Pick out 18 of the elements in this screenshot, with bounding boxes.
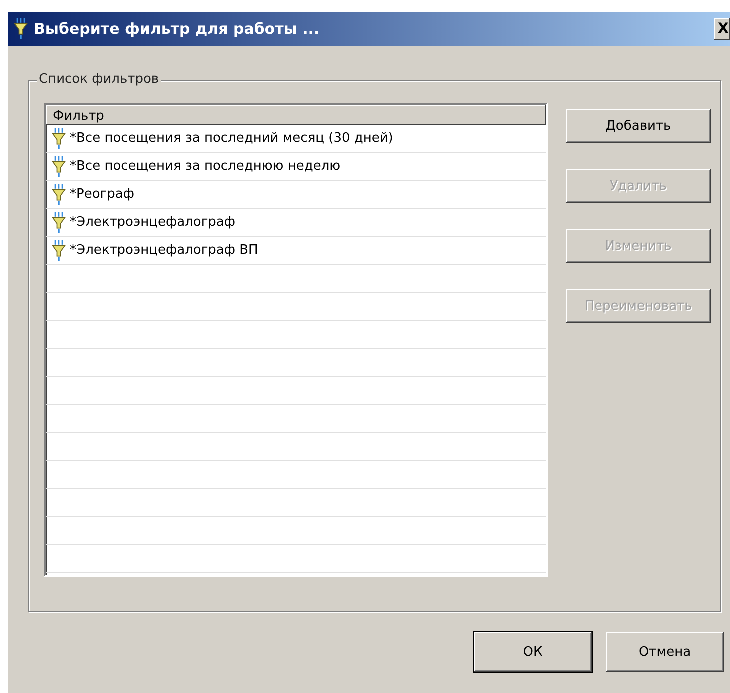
column-header[interactable]: Фильтр bbox=[46, 105, 546, 125]
list-item[interactable]: *Электроэнцефалограф bbox=[70, 215, 236, 230]
cancel-button[interactable]: Отмена bbox=[606, 632, 724, 672]
close-button[interactable]: X bbox=[714, 18, 730, 40]
list-item[interactable]: *Все посещения за последнюю неделю bbox=[70, 159, 341, 174]
funnel-icon bbox=[52, 156, 66, 178]
funnel-icon bbox=[52, 240, 66, 262]
list-item[interactable]: *Все посещения за последний месяц (30 дней) bbox=[70, 131, 394, 146]
group-title: Список фильтров bbox=[37, 72, 162, 87]
funnel-icon bbox=[52, 212, 66, 234]
action-button[interactable]: Добавить bbox=[566, 109, 711, 143]
list-item[interactable]: *Реограф bbox=[70, 187, 134, 202]
list-item[interactable]: *Электроэнцефалограф ВП bbox=[70, 243, 258, 258]
funnel-icon bbox=[14, 18, 28, 40]
window-title: Выберите фильтр для работы ... bbox=[34, 20, 321, 38]
funnel-icon bbox=[52, 184, 66, 206]
ok-button[interactable]: ОК bbox=[474, 632, 592, 672]
funnel-icon bbox=[52, 128, 66, 150]
